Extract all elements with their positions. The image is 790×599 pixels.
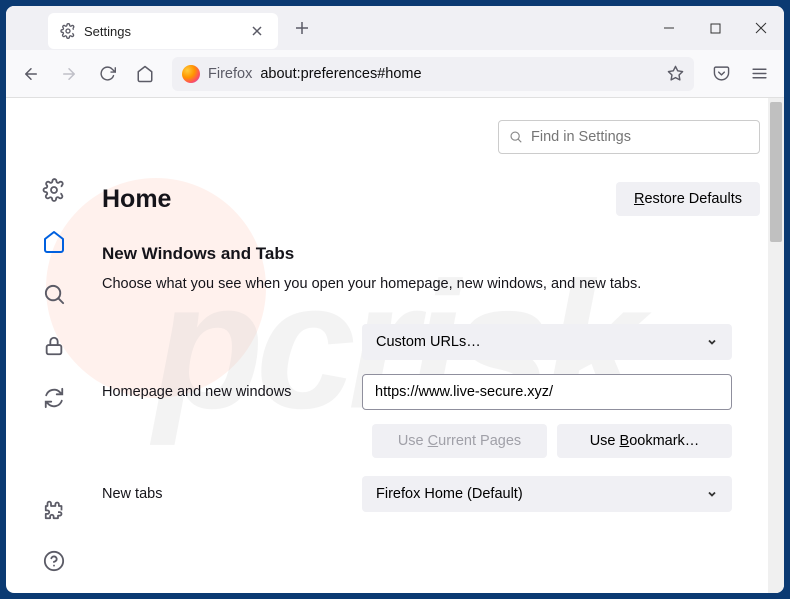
settings-main: Home Restore Defaults New Windows and Ta…	[102, 98, 784, 593]
newtabs-dropdown[interactable]: Firefox Home (Default)	[362, 476, 732, 512]
minimize-button[interactable]	[646, 6, 692, 50]
back-button[interactable]	[14, 57, 48, 91]
sidebar-item-general[interactable]	[40, 176, 68, 204]
pocket-button[interactable]	[704, 57, 738, 91]
section-title: New Windows and Tabs	[102, 244, 760, 264]
sidebar-item-extensions[interactable]	[40, 495, 68, 523]
sidebar-item-privacy[interactable]	[40, 332, 68, 360]
url-prefix: Firefox	[208, 66, 252, 82]
new-tab-button[interactable]	[288, 14, 316, 42]
tab-title: Settings	[84, 24, 240, 39]
browser-tab[interactable]: Settings	[48, 13, 278, 49]
app-menu-button[interactable]	[742, 57, 776, 91]
sidebar-item-search[interactable]	[40, 280, 68, 308]
home-button[interactable]	[128, 57, 162, 91]
sidebar-item-sync[interactable]	[40, 384, 68, 412]
search-icon	[509, 130, 523, 144]
titlebar: Settings	[6, 6, 784, 50]
settings-search-box[interactable]	[498, 120, 760, 154]
forward-button[interactable]	[52, 57, 86, 91]
maximize-button[interactable]	[692, 6, 738, 50]
dropdown-label: Firefox Home (Default)	[376, 486, 523, 502]
reload-button[interactable]	[90, 57, 124, 91]
dropdown-label: Custom URLs…	[376, 334, 481, 350]
homepage-mode-dropdown[interactable]: Custom URLs…	[362, 324, 732, 360]
close-window-button[interactable]	[738, 6, 784, 50]
use-bookmark-button[interactable]: Use Bookmark…	[557, 424, 732, 458]
page-title: Home	[102, 185, 171, 214]
homepage-label: Homepage and new windows	[102, 384, 342, 400]
content-area: pcrisk	[6, 98, 784, 593]
use-current-pages-button[interactable]: Use Current Pages	[372, 424, 547, 458]
toolbar: Firefox about:preferences#home	[6, 50, 784, 98]
url-path: about:preferences#home	[260, 66, 421, 82]
chevron-down-icon	[706, 336, 718, 348]
chevron-down-icon	[706, 488, 718, 500]
close-icon[interactable]	[248, 22, 266, 40]
firefox-icon	[182, 65, 200, 83]
window-controls	[646, 6, 784, 50]
url-bar[interactable]: Firefox about:preferences#home	[172, 57, 694, 91]
homepage-url-input[interactable]	[362, 374, 732, 410]
sidebar-item-home[interactable]	[40, 228, 68, 256]
browser-window: Settings	[6, 6, 784, 593]
gear-icon	[60, 23, 76, 39]
settings-search-input[interactable]	[531, 129, 749, 145]
section-description: Choose what you see when you open your h…	[102, 274, 760, 296]
settings-sidebar	[6, 98, 102, 593]
newtabs-label: New tabs	[102, 486, 342, 502]
restore-defaults-button[interactable]: Restore Defaults	[616, 182, 760, 216]
sidebar-item-help[interactable]	[40, 547, 68, 575]
bookmark-star-icon[interactable]	[667, 65, 684, 82]
